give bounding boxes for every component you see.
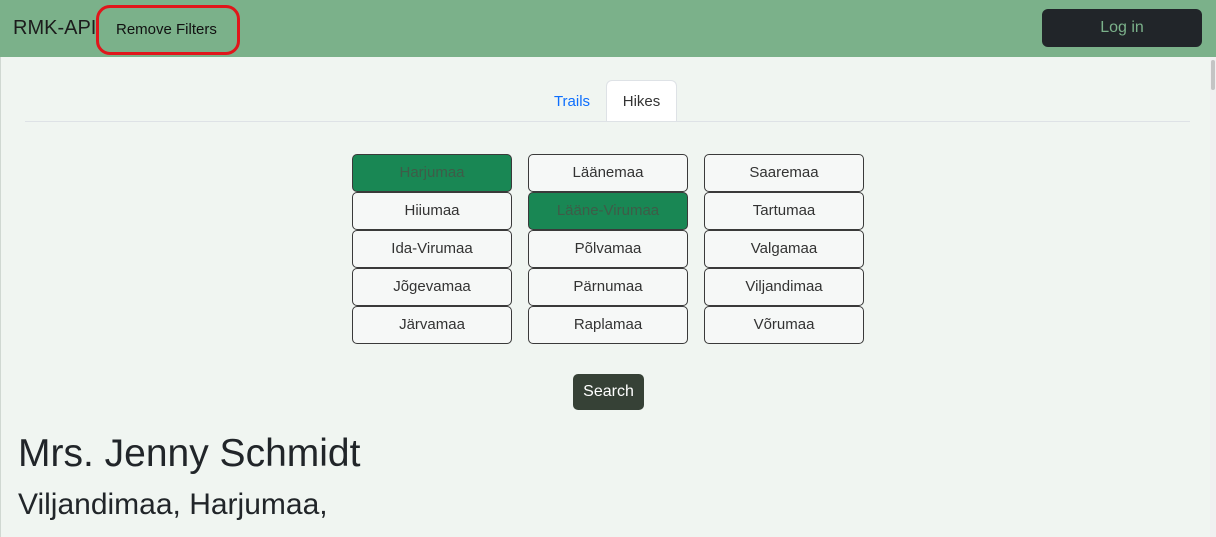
county-button-valgamaa[interactable]: Valgamaa (704, 230, 864, 268)
county-button-vorumaa[interactable]: Võrumaa (704, 306, 864, 344)
navbar: RMK-API Remove Filters Log in (0, 0, 1216, 57)
county-button-raplamaa[interactable]: Raplamaa (528, 306, 688, 344)
scrollbar-thumb[interactable] (1211, 60, 1215, 90)
result-person-name: Mrs. Jenny Schmidt (18, 432, 361, 475)
remove-filters-button[interactable]: Remove Filters (116, 21, 217, 38)
county-button-viljandimaa[interactable]: Viljandimaa (704, 268, 864, 306)
scrollbar[interactable] (1210, 57, 1216, 537)
county-button-harjumaa[interactable]: Harjumaa (352, 154, 512, 192)
county-button-ida-virumaa[interactable]: Ida-Virumaa (352, 230, 512, 268)
county-button-saaremaa[interactable]: Saaremaa (704, 154, 864, 192)
county-button-hiiumaa[interactable]: Hiiumaa (352, 192, 512, 230)
county-button-polvamaa[interactable]: Põlvamaa (528, 230, 688, 268)
search-button[interactable]: Search (573, 374, 644, 410)
county-button-tartumaa[interactable]: Tartumaa (704, 192, 864, 230)
tab-trails[interactable]: Trails (538, 81, 606, 121)
county-button-laanemaa[interactable]: Läänemaa (528, 154, 688, 192)
brand-logo[interactable]: RMK-API (13, 17, 96, 40)
tab-hikes[interactable]: Hikes (606, 80, 677, 122)
county-button-parnumaa[interactable]: Pärnumaa (528, 268, 688, 306)
tabs-divider (25, 121, 1190, 122)
county-button-jogevamaa[interactable]: Jõgevamaa (352, 268, 512, 306)
county-button-laane-virumaa[interactable]: Lääne-Virumaa (528, 192, 688, 230)
county-button-jarvamaa[interactable]: Järvamaa (352, 306, 512, 344)
page-border (0, 57, 1, 537)
login-button[interactable]: Log in (1042, 9, 1202, 47)
result-person-counties: Viljandimaa, Harjumaa, (18, 488, 328, 521)
